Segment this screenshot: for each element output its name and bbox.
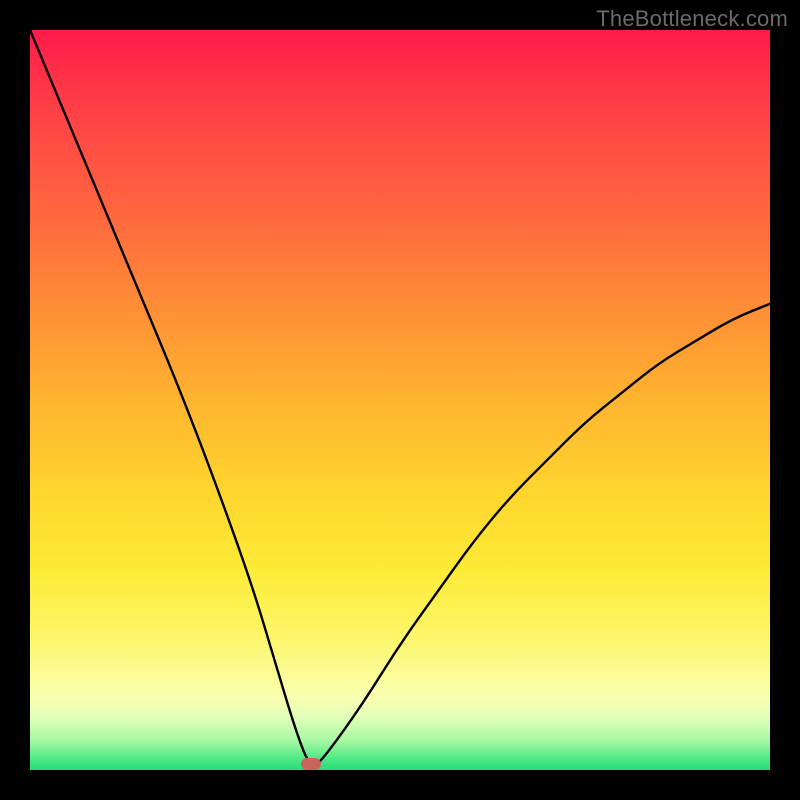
optimum-marker [301,758,321,770]
watermark-text: TheBottleneck.com [596,6,788,32]
chart-frame: TheBottleneck.com [0,0,800,800]
plot-area [30,30,770,770]
bottleneck-curve [30,30,770,765]
curve-svg [30,30,770,770]
